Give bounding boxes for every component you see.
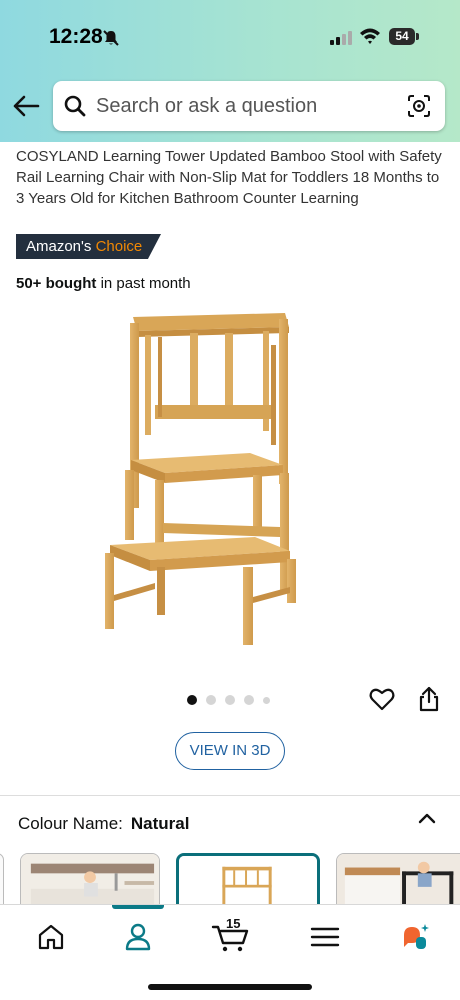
bought-count: 50+ bought (16, 275, 97, 292)
search-bar[interactable]: Search or ask a question (53, 81, 445, 131)
home-icon[interactable] (33, 921, 69, 953)
status-bar: 12:28 54 (0, 0, 460, 72)
search-input[interactable]: Search or ask a question (96, 95, 317, 118)
carousel-dot[interactable] (187, 695, 197, 705)
back-arrow-icon[interactable] (12, 94, 40, 118)
menu-icon[interactable] (307, 921, 343, 953)
share-icon[interactable] (418, 686, 440, 712)
bell-off-icon (103, 30, 119, 46)
product-image[interactable] (95, 305, 365, 650)
carousel-dot[interactable] (263, 696, 270, 704)
amazons-choice-badge: Amazon's Choice (16, 234, 161, 259)
ai-assistant-icon[interactable] (396, 921, 432, 953)
signal-icon (330, 31, 352, 45)
product-title[interactable]: COSYLAND Learning Tower Updated Bamboo S… (16, 146, 446, 209)
header: 12:28 54 Search or ask a question (0, 0, 460, 142)
cart-button[interactable]: 15 (211, 916, 251, 953)
camera-scan-icon[interactable] (407, 94, 431, 118)
profile-icon[interactable] (120, 921, 156, 953)
chevron-up-icon[interactable] (417, 811, 437, 825)
swatch-thumbnail (179, 856, 317, 910)
search-icon (64, 95, 86, 117)
colour-label: Colour Name: (18, 814, 123, 833)
wifi-icon (360, 28, 380, 44)
bought-suffix: in past month (96, 275, 191, 292)
colour-value: Natural (130, 814, 190, 833)
carousel-dot[interactable] (206, 695, 216, 705)
carousel-dot[interactable] (244, 695, 254, 705)
bought-in-past-month: 50+ bought in past month (16, 275, 191, 292)
badge-prefix: Amazon's (26, 238, 96, 255)
view-in-3d-button[interactable]: VIEW IN 3D (175, 732, 285, 770)
image-carousel-dots[interactable] (187, 694, 270, 706)
status-time: 12:28 (49, 25, 103, 48)
badge-accent: Choice (95, 238, 143, 255)
divider (0, 795, 460, 796)
cart-count-badge: 15 (226, 916, 241, 931)
home-indicator (148, 984, 312, 990)
battery-icon: 54 (389, 28, 419, 45)
colour-selector[interactable]: Colour Name: Natural (18, 814, 189, 834)
heart-icon[interactable] (369, 687, 395, 711)
carousel-dot[interactable] (225, 695, 235, 705)
battery-level: 54 (389, 28, 415, 45)
active-tab-indicator (112, 905, 164, 909)
